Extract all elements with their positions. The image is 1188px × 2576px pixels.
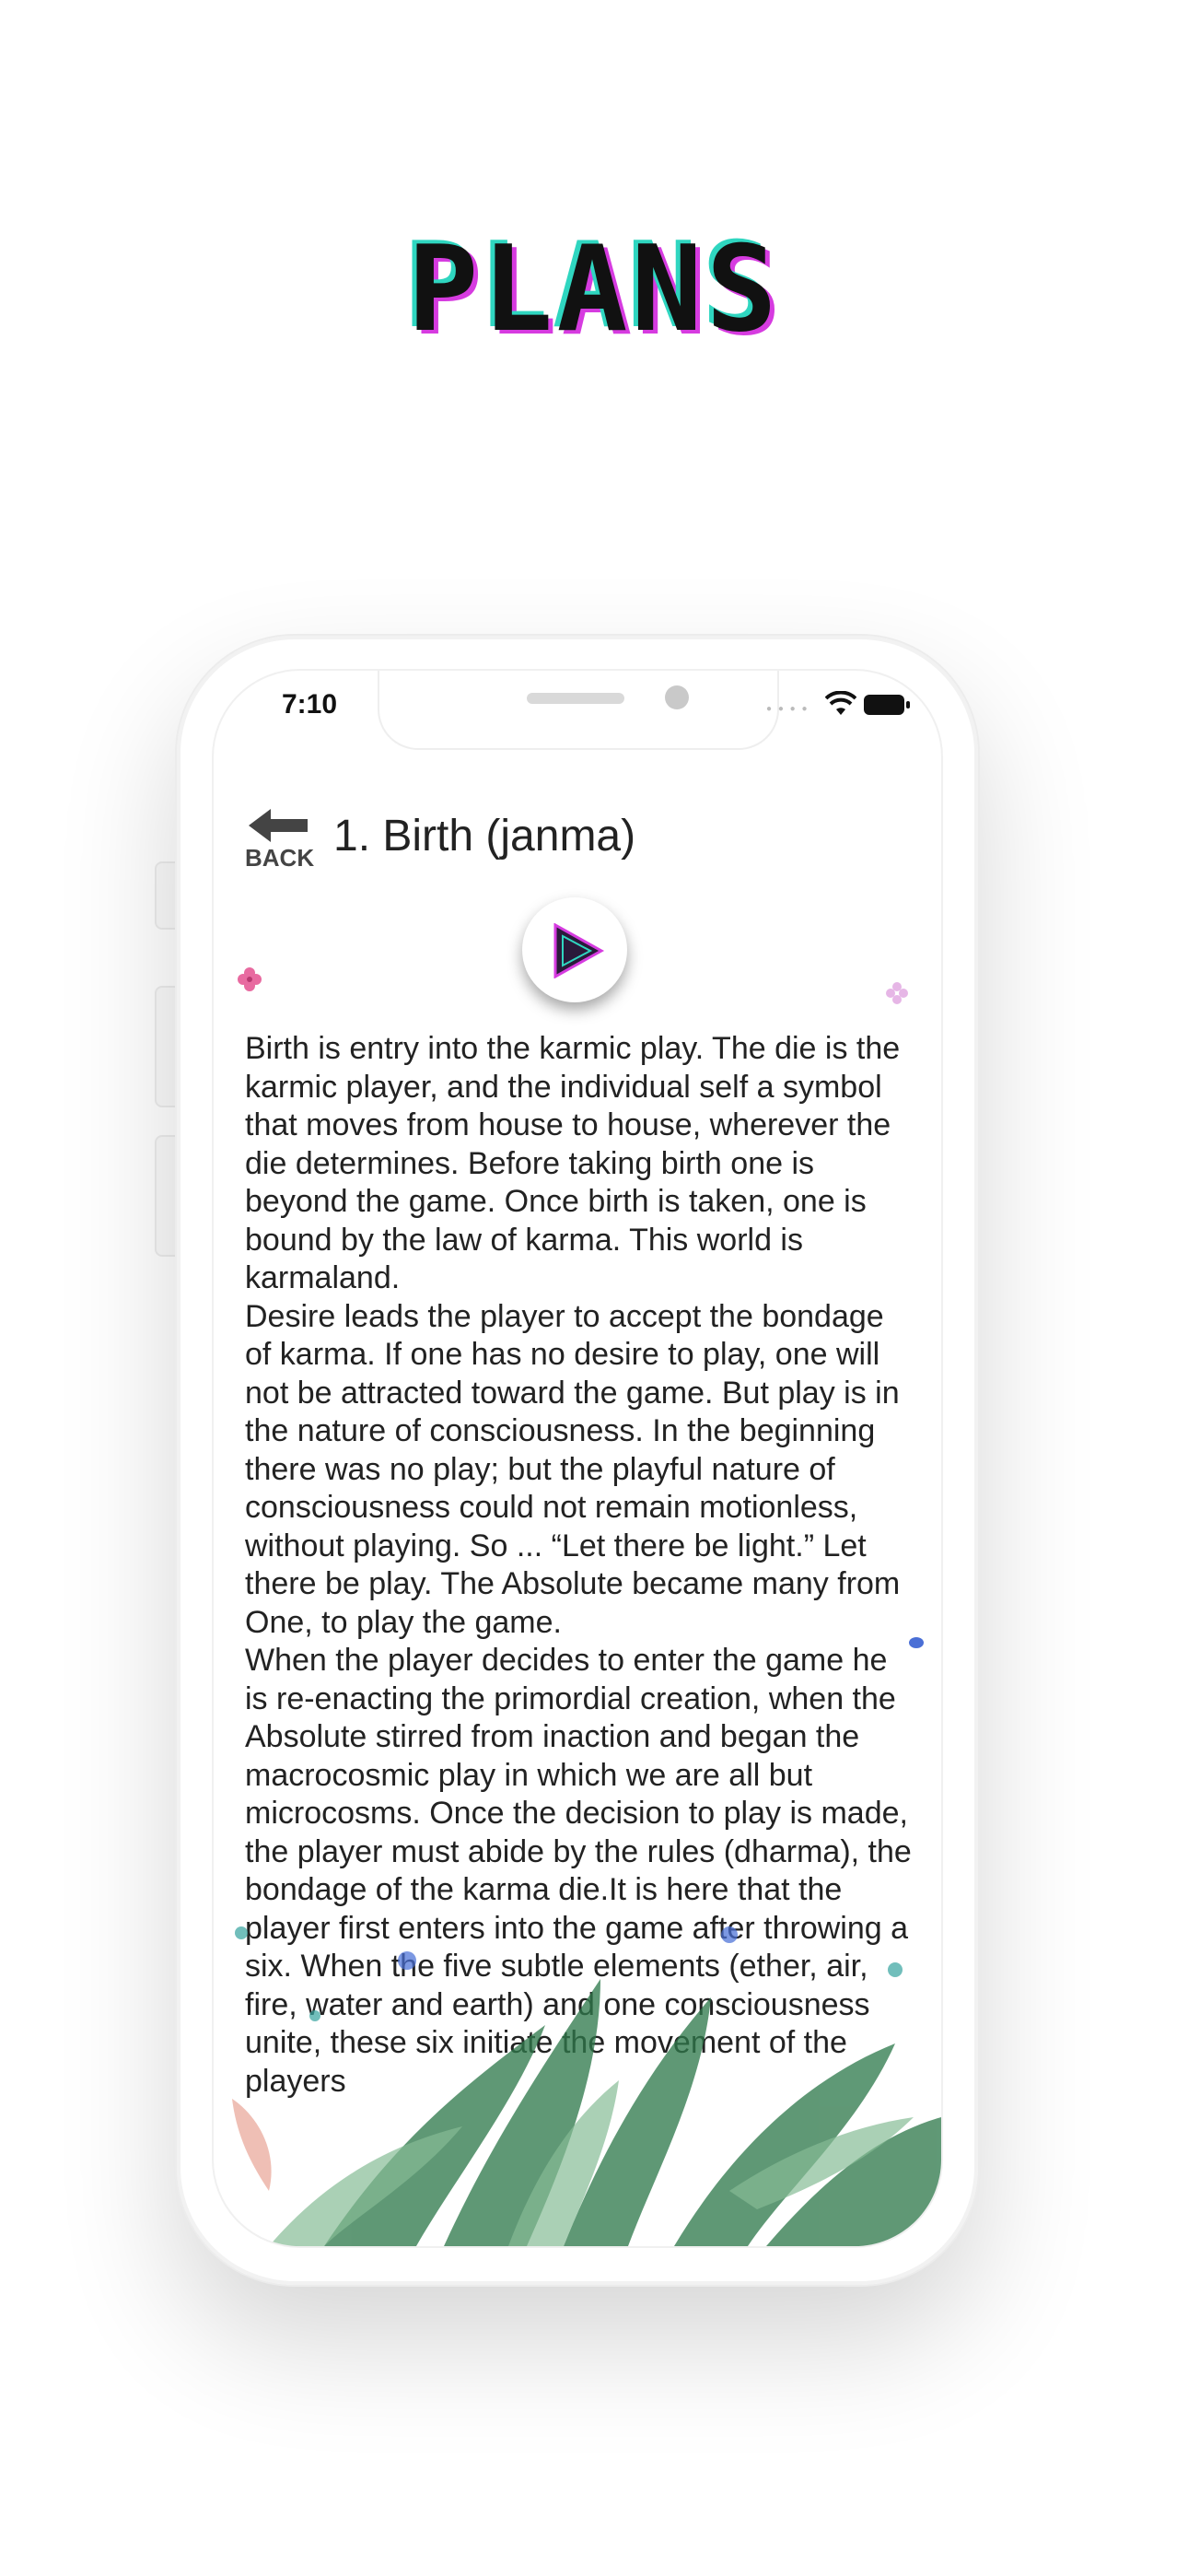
lilac-flower-decoration <box>886 982 908 1004</box>
phone-notch <box>378 671 779 750</box>
battery-icon <box>864 695 910 715</box>
play-button[interactable] <box>522 897 627 1002</box>
signal-icon: ● ● ● ● <box>766 704 809 714</box>
back-label: BACK <box>245 844 315 872</box>
back-arrow-icon <box>249 809 308 842</box>
status-time: 7:10 <box>282 689 338 720</box>
wifi-icon <box>825 691 856 715</box>
article-paragraph: Birth is entry into the karmic play. The… <box>245 1031 901 1295</box>
play-icon <box>553 923 605 978</box>
article-paragraph: Desire leads the player to accept the bo… <box>245 1298 901 1640</box>
plant-illustration <box>232 1926 941 2246</box>
front-camera <box>665 685 689 709</box>
page-header-title: PLANS <box>407 221 781 358</box>
phone-screen: 7:10 ● ● ● ● BACK 1. Birth (janma) Birth… <box>212 669 943 2248</box>
status-icons: ● ● ● ● <box>766 689 910 726</box>
back-button[interactable]: BACK <box>245 809 315 873</box>
speaker-grille <box>527 693 624 704</box>
pink-flower-decoration <box>238 967 262 991</box>
page-title: 1. Birth (janma) <box>333 812 636 861</box>
